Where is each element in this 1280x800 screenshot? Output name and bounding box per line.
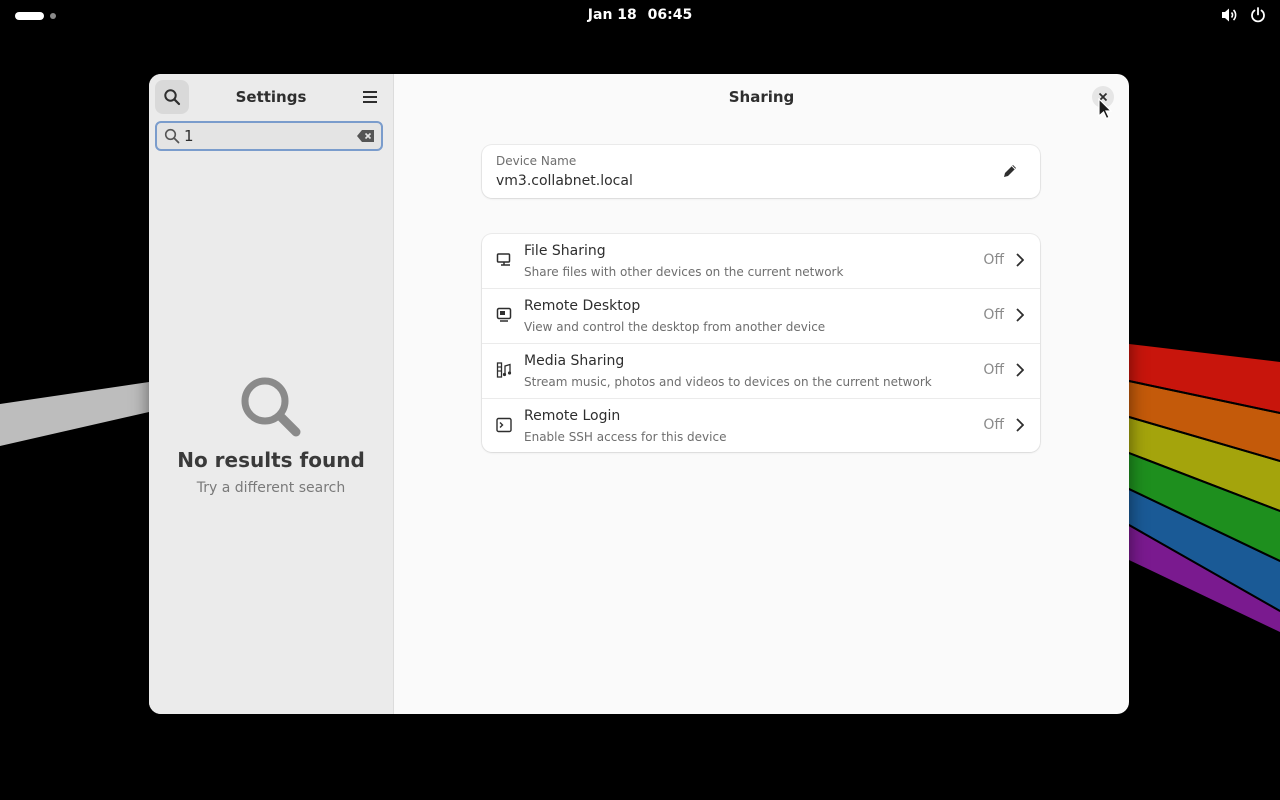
search-icon	[149, 374, 393, 440]
row-subtitle: Enable SSH access for this device	[524, 430, 727, 444]
chevron-right-icon	[1015, 308, 1024, 322]
top-bar: Jan 18 06:45	[0, 0, 1280, 32]
file-sharing-icon	[496, 252, 512, 268]
device-name-row[interactable]: Device Name vm3.collabnet.local	[482, 145, 1040, 198]
row-subtitle: View and control the desktop from anothe…	[524, 320, 826, 334]
row-subtitle: Share files with other devices on the cu…	[524, 265, 844, 279]
sidebar-title: Settings	[235, 88, 307, 106]
row-title: Media Sharing	[524, 353, 625, 369]
clock-time: 06:45	[647, 7, 693, 23]
search-input[interactable]	[184, 127, 344, 145]
hamburger-icon	[363, 91, 377, 103]
list-item-remote-login[interactable]: Remote Login Enable SSH access for this …	[482, 399, 1040, 453]
search-entry[interactable]	[155, 121, 383, 151]
chevron-right-icon	[1015, 253, 1024, 267]
clock-date: Jan 18	[587, 7, 637, 23]
sidebar: Settings 1 No results found Try a differ…	[149, 74, 394, 714]
device-name-value: vm3.collabnet.local	[496, 173, 633, 189]
row-status: Off	[983, 362, 1004, 378]
power-icon[interactable]	[1250, 7, 1266, 23]
terminal-icon	[496, 417, 512, 433]
media-sharing-icon	[496, 362, 512, 378]
chevron-right-icon	[1015, 363, 1024, 377]
main-menu-button[interactable]	[359, 86, 381, 108]
list-item-media-sharing[interactable]: Media Sharing Stream music, photos and v…	[482, 344, 1040, 399]
edit-icon[interactable]	[1002, 163, 1018, 179]
settings-window: Settings 1 No results found Try a differ…	[149, 74, 1129, 714]
empty-state: No results found Try a different search	[149, 374, 393, 496]
clock[interactable]: Jan 18 06:45	[0, 7, 1280, 23]
mouse-pointer-icon	[1098, 98, 1112, 120]
row-subtitle: Stream music, photos and videos to devic…	[524, 375, 932, 389]
row-title: File Sharing	[524, 243, 606, 259]
remote-desktop-icon	[496, 307, 512, 323]
row-title: Remote Desktop	[524, 298, 641, 314]
content-pane: Sharing Device Name vm3.collabnet.local	[394, 74, 1129, 714]
row-status: Off	[983, 252, 1004, 268]
empty-state-title: No results found	[177, 448, 365, 472]
volume-icon[interactable]	[1220, 7, 1238, 23]
system-tray[interactable]	[1220, 7, 1266, 23]
clear-search-icon[interactable]	[357, 129, 375, 143]
sharing-services-list: File Sharing Share files with other devi…	[482, 234, 1040, 452]
empty-state-subtitle: Try a different search	[196, 480, 346, 496]
page-title: Sharing	[728, 88, 795, 106]
chevron-right-icon	[1015, 418, 1024, 432]
row-status: Off	[983, 417, 1004, 433]
row-title: Remote Login	[524, 408, 621, 424]
row-status: Off	[983, 307, 1004, 323]
search-icon	[164, 128, 180, 144]
device-name-label: Device Name	[496, 154, 577, 168]
list-item-file-sharing[interactable]: File Sharing Share files with other devi…	[482, 234, 1040, 289]
sidebar-header: Settings	[149, 74, 393, 120]
list-item-remote-desktop[interactable]: Remote Desktop View and control the desk…	[482, 289, 1040, 344]
